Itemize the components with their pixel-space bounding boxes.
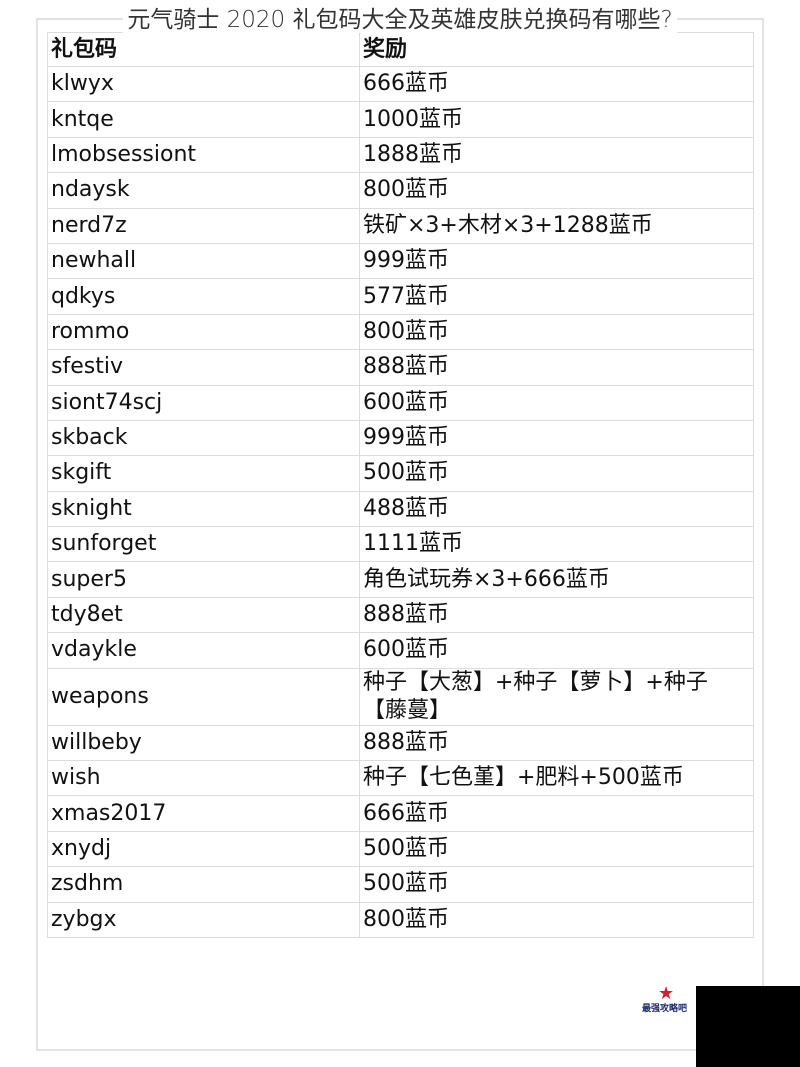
- table-row: qdkys 577蓝币: [47, 278, 754, 315]
- gift-code-cell: willbeby: [47, 724, 360, 762]
- gift-code-cell: super5: [47, 561, 360, 598]
- table-row: wish 种子【七色堇】+肥料+500蓝币: [47, 760, 754, 797]
- reward-cell: 999蓝币: [359, 242, 754, 280]
- reward-cell: 800蓝币: [359, 172, 754, 209]
- reward-cell: 500蓝币: [359, 866, 754, 903]
- gift-code-cell: weapons: [47, 667, 360, 726]
- gift-code-table: 礼包码 奖励 klwyx 666蓝币 kntqe 1000蓝币 lmobsessiont…: [47, 32, 754, 938]
- reward-cell: 888蓝币: [359, 596, 754, 634]
- gift-code-cell: xnydj: [47, 830, 360, 868]
- reward-cell: 999蓝币: [359, 419, 754, 457]
- table-row: vdaykle 600蓝币: [47, 632, 754, 669]
- table-row: tdy8et 888蓝币: [47, 596, 754, 634]
- gift-code-cell: wish: [47, 760, 360, 797]
- table-row: lmobsessiont 1888蓝币: [47, 136, 754, 174]
- gift-code-cell: newhall: [47, 242, 360, 280]
- watermark-logo: ★ 最强攻略吧: [640, 985, 696, 1015]
- page-title-text: 元气骑士 2020 礼包码大全及英雄皮肤兑换码有哪些?: [123, 7, 677, 33]
- reward-cell: 500蓝币: [359, 455, 754, 492]
- page-title: 元气骑士 2020 礼包码大全及英雄皮肤兑换码有哪些?: [0, 4, 800, 36]
- table-row: klwyx 666蓝币: [47, 65, 754, 103]
- table-row: newhall 999蓝币: [47, 242, 754, 280]
- table-row: skgift 500蓝币: [47, 455, 754, 492]
- gift-code-cell: xmas2017: [47, 795, 360, 832]
- gift-code-cell: tdy8et: [47, 596, 360, 634]
- gift-code-cell: sknight: [47, 490, 360, 528]
- reward-cell: 600蓝币: [359, 384, 754, 421]
- table-row: xnydj 500蓝币: [47, 830, 754, 868]
- gift-code-cell: sunforget: [47, 526, 360, 563]
- header-code: 礼包码: [47, 32, 360, 67]
- table-row: skback 999蓝币: [47, 419, 754, 457]
- table-row: xmas2017 666蓝币: [47, 795, 754, 832]
- table-row: zybgx 800蓝币: [47, 901, 754, 938]
- header-reward: 奖励: [359, 32, 754, 67]
- reward-cell: 800蓝币: [359, 313, 754, 351]
- gift-code-cell: kntqe: [47, 101, 360, 138]
- gift-code-cell: skgift: [47, 455, 360, 492]
- reward-cell: 1888蓝币: [359, 136, 754, 174]
- table-header-row: 礼包码 奖励: [47, 32, 754, 67]
- reward-cell: 800蓝币: [359, 901, 754, 938]
- black-overlay-block: [696, 986, 800, 1067]
- gift-code-cell: sfestiv: [47, 349, 360, 386]
- table-row: nerd7z 铁矿×3+木材×3+1288蓝币: [47, 207, 754, 244]
- gift-code-cell: siont74scj: [47, 384, 360, 421]
- reward-cell: 577蓝币: [359, 278, 754, 315]
- gift-code-cell: zybgx: [47, 901, 360, 938]
- table-row: sunforget 1111蓝币: [47, 526, 754, 563]
- reward-cell: 488蓝币: [359, 490, 754, 528]
- reward-cell: 1000蓝币: [359, 101, 754, 138]
- table-row: willbeby 888蓝币: [47, 724, 754, 762]
- gift-code-cell: ndaysk: [47, 172, 360, 209]
- table-row: kntqe 1000蓝币: [47, 101, 754, 138]
- reward-cell: 铁矿×3+木材×3+1288蓝币: [359, 207, 754, 244]
- reward-cell: 500蓝币: [359, 830, 754, 868]
- gift-code-cell: vdaykle: [47, 632, 360, 669]
- reward-cell: 666蓝币: [359, 795, 754, 832]
- reward-cell: 666蓝币: [359, 65, 754, 103]
- reward-cell: 600蓝币: [359, 632, 754, 669]
- gift-code-cell: lmobsessiont: [47, 136, 360, 174]
- reward-cell: 888蓝币: [359, 724, 754, 762]
- table-row: siont74scj 600蓝币: [47, 384, 754, 421]
- gift-code-cell: klwyx: [47, 65, 360, 103]
- gift-code-cell: nerd7z: [47, 207, 360, 244]
- table-row: ndaysk 800蓝币: [47, 172, 754, 209]
- gift-code-cell: rommo: [47, 313, 360, 351]
- reward-cell: 角色试玩券×3+666蓝币: [359, 561, 754, 598]
- reward-cell: 1111蓝币: [359, 526, 754, 563]
- reward-cell: 888蓝币: [359, 349, 754, 386]
- watermark-text: 最强攻略吧: [642, 1004, 688, 1014]
- reward-cell: 种子【大葱】+种子【萝卜】+种子【藤蔓】: [359, 667, 754, 726]
- table-row: super5 角色试玩券×3+666蓝币: [47, 561, 754, 598]
- table-row: zsdhm 500蓝币: [47, 866, 754, 903]
- table-row: weapons 种子【大葱】+种子【萝卜】+种子【藤蔓】: [47, 667, 754, 726]
- table-row: sknight 488蓝币: [47, 490, 754, 528]
- gift-code-cell: zsdhm: [47, 866, 360, 903]
- table-row: rommo 800蓝币: [47, 313, 754, 351]
- gift-code-cell: qdkys: [47, 278, 360, 315]
- table-row: sfestiv 888蓝币: [47, 349, 754, 386]
- reward-cell: 种子【七色堇】+肥料+500蓝币: [359, 760, 754, 797]
- gift-code-cell: skback: [47, 419, 360, 457]
